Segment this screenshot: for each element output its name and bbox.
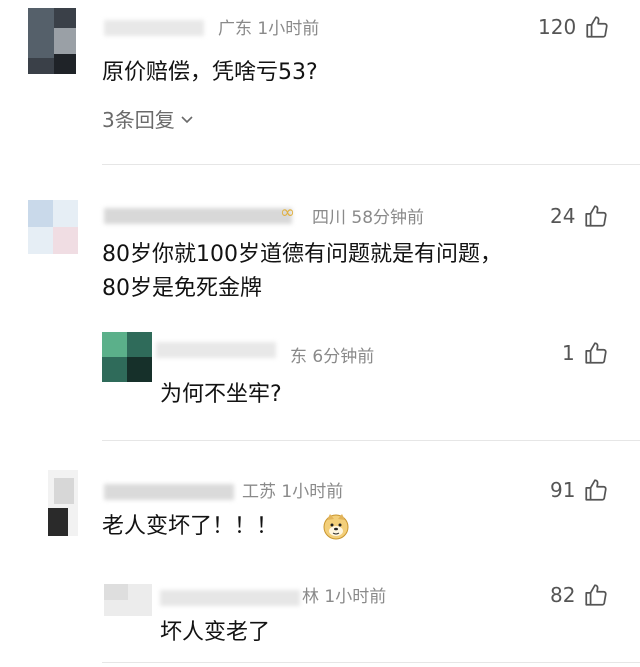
username-redacted[interactable] xyxy=(104,20,204,36)
username-redacted[interactable] xyxy=(104,484,234,500)
avatar[interactable] xyxy=(28,200,78,254)
reply-text: 为何不坐牢? xyxy=(160,382,282,407)
divider xyxy=(102,662,640,663)
like-count: 91 xyxy=(550,478,576,502)
chevron-down-icon xyxy=(181,115,193,123)
like-count: 120 xyxy=(538,15,577,39)
like-button[interactable]: 24 xyxy=(550,203,609,229)
comment-text: 原价赔偿，凭啥亏53? xyxy=(102,60,318,85)
avatar[interactable] xyxy=(48,470,78,536)
like-button[interactable]: 1 xyxy=(562,340,609,366)
thumbs-up-icon xyxy=(586,16,608,38)
comment-text-line: 80岁是免死金牌 xyxy=(102,276,262,301)
comment-meta: 四川 58分钟前 xyxy=(312,208,425,228)
thumbs-up-icon xyxy=(585,584,608,606)
like-count: 82 xyxy=(550,583,576,607)
comment-meta: 工苏 1小时前 xyxy=(242,482,344,502)
replies-label: 3条回复 xyxy=(102,108,175,132)
comment-text: 老人变坏了！！！ xyxy=(102,514,279,539)
avatar[interactable] xyxy=(102,332,152,382)
comment-text-line: 80岁你就100岁道德有问题就是有问题， xyxy=(102,242,502,267)
thumbs-up-icon xyxy=(585,479,608,501)
avatar[interactable] xyxy=(28,8,76,74)
like-count: 1 xyxy=(562,341,575,365)
view-replies-link[interactable]: 3条回复 xyxy=(102,104,195,133)
like-button[interactable]: 82 xyxy=(550,582,609,608)
avatar[interactable] xyxy=(104,584,152,616)
reply-meta: 东 6分钟前 xyxy=(290,347,375,367)
thumbs-up-icon xyxy=(585,342,607,364)
reply-meta: 林 1小时前 xyxy=(302,587,387,607)
reply-text: 坏人变老了 xyxy=(160,620,271,645)
thumbs-up-icon xyxy=(585,205,608,227)
username-redacted[interactable] xyxy=(156,342,276,358)
like-count: 24 xyxy=(550,204,576,228)
badge-icon: ∞ xyxy=(280,202,295,223)
username-redacted[interactable] xyxy=(160,590,300,606)
comment-meta: 广东 1小时前 xyxy=(218,19,320,39)
divider xyxy=(102,164,640,165)
doge-emoji-icon xyxy=(322,512,350,540)
divider xyxy=(102,440,640,441)
like-button[interactable]: 120 xyxy=(538,14,610,40)
username-redacted[interactable] xyxy=(104,208,292,224)
like-button[interactable]: 91 xyxy=(550,477,609,503)
